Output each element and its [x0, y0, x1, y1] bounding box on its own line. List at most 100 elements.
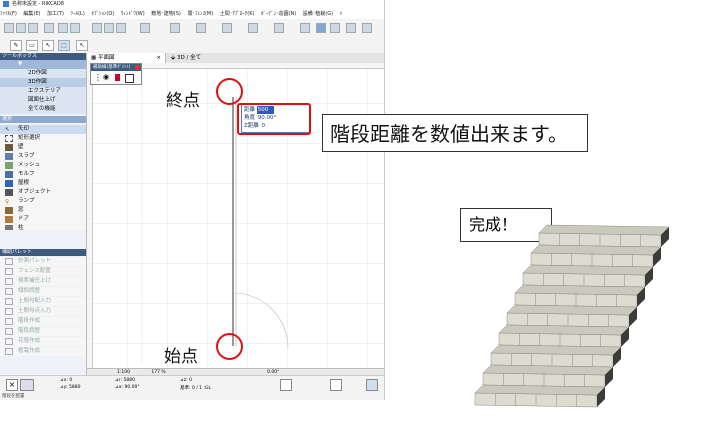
- end-point-label: 終点: [166, 91, 200, 111]
- menu-fence[interactable]: 塀･ﾌｪﾝｽ(M): [187, 11, 213, 17]
- tool-column[interactable]: 柱: [0, 224, 86, 230]
- step-tread: [538, 224, 670, 236]
- 3d-view-icon[interactable]: [330, 23, 340, 33]
- copy-icon[interactable]: [104, 23, 114, 33]
- tool-rect-select[interactable]: 矩形選択: [0, 134, 86, 143]
- tab-plan[interactable]: ▦ 平面図 ×: [87, 53, 166, 63]
- mesh-icon: [5, 162, 13, 169]
- shape-icon[interactable]: ▭: [26, 40, 38, 51]
- step-tread: [506, 304, 638, 316]
- ok-icon[interactable]: [366, 379, 378, 391]
- camera-icon[interactable]: [300, 23, 310, 33]
- elevation-icon[interactable]: [362, 23, 372, 33]
- guide-palette[interactable]: 補助線(基準ﾎﾟｲﾝﾄ) ⋮ ◉: [90, 63, 142, 85]
- magnet-icon[interactable]: [330, 379, 342, 391]
- window-title: 名称未設定 - RIKCAD8: [12, 1, 64, 7]
- palette-floor-point[interactable]: 土間勾点入力: [0, 307, 86, 316]
- nav-2d[interactable]: 2D作図: [0, 69, 86, 78]
- menu-tools[interactable]: ﾂｰﾙ(L): [71, 11, 85, 17]
- palette-slope[interactable]: 傾斜調整: [0, 287, 86, 296]
- palette-planting[interactable]: 植栽作成: [0, 347, 86, 356]
- render-icon[interactable]: [274, 23, 284, 33]
- tool-door[interactable]: ドア: [0, 215, 86, 224]
- menu-file[interactable]: ﾌｧｲﾙ(F): [0, 11, 17, 17]
- menu-bar: ﾌｧｲﾙ(F) 編集(E) 加工(T) ﾂｰﾙ(L) ｵﾌﾟｼｮﾝ(O) ｳｨﾝ…: [0, 9, 384, 19]
- tab-3d[interactable]: ⬙ 3D / 全て: [167, 53, 205, 63]
- tab-close-icon[interactable]: ×: [156, 53, 161, 63]
- tool-object[interactable]: オブジェクト: [0, 188, 86, 197]
- tool-lamp[interactable]: ♀ ランプ: [0, 197, 86, 206]
- info-bar: × ⊿x: 0 ⊿y: 5880 ⊿r: 5880 ⊿a: 90.00° ⊿z:…: [0, 375, 384, 400]
- nav-all[interactable]: 全ての機能: [0, 105, 86, 114]
- palette-finish[interactable]: 現実補任上げ: [0, 277, 86, 286]
- eye-icon[interactable]: ◉: [103, 73, 109, 81]
- main-toolbar: [0, 19, 384, 38]
- nav-3d[interactable]: 3D作図: [0, 78, 86, 87]
- palette-stair-create[interactable]: 階段作成: [0, 317, 86, 326]
- slope-icon: [5, 288, 13, 295]
- palette-stair-adjust[interactable]: 階段調整: [0, 327, 86, 336]
- redo-icon[interactable]: [70, 23, 80, 33]
- layer-icon-status[interactable]: [280, 379, 292, 391]
- guide-settings-icon[interactable]: [125, 74, 134, 83]
- da-value: ⊿a: 90.00°: [115, 385, 140, 390]
- print-icon[interactable]: [44, 23, 54, 33]
- tool-wall[interactable]: 壁: [0, 143, 86, 152]
- menu-approach[interactable]: 土間･ｱﾌﾟﾛｰﾁ(K): [220, 11, 255, 17]
- object-icon: [5, 189, 13, 196]
- menu-process[interactable]: 加工(T): [47, 11, 64, 17]
- arrow-icon[interactable]: ↖: [42, 40, 54, 51]
- pencil-icon[interactable]: ✎: [10, 40, 22, 51]
- palette-measure[interactable]: 計測パレット: [0, 257, 86, 266]
- menu-garden[interactable]: ｶﾞｰﾃﾞﾝ･造園(N): [261, 11, 296, 17]
- tool-mesh[interactable]: メッシュ: [0, 161, 86, 170]
- menu-edit[interactable]: 編集(E): [23, 11, 40, 17]
- nav-drawing-finish[interactable]: 図面仕上げ: [0, 96, 86, 105]
- pointer-icon[interactable]: ↖: [76, 40, 88, 51]
- menu-site[interactable]: 敷地･建物(S): [151, 11, 181, 17]
- menu-equipment[interactable]: 設備･植栽(G): [303, 11, 333, 17]
- tool-arrow[interactable]: ↖ 矢印: [0, 125, 86, 134]
- close-icon[interactable]: ×: [6, 379, 18, 391]
- cut-icon[interactable]: [92, 23, 102, 33]
- tool-slab[interactable]: スラブ: [0, 152, 86, 161]
- open-icon[interactable]: [16, 23, 26, 33]
- select-icon[interactable]: ⬚: [58, 40, 70, 51]
- palette-floor-grade[interactable]: 土間勾配入力: [0, 297, 86, 306]
- layer-icon[interactable]: [140, 23, 150, 33]
- app-window: 名称未設定 - RIKCAD8 ﾌｧｲﾙ(F) 編集(E) 加工(T) ﾂｰﾙ(…: [0, 0, 385, 400]
- menu-more[interactable]: ﾒ: [340, 11, 343, 17]
- marquee-icon: [5, 135, 13, 142]
- save-icon[interactable]: [28, 23, 38, 33]
- title-bar: 名称未設定 - RIKCAD8: [0, 0, 384, 9]
- trash-icon[interactable]: [115, 74, 120, 81]
- palette-fence[interactable]: フェンス配置: [0, 267, 86, 276]
- palette-close-icon[interactable]: [135, 65, 140, 70]
- measure-icon[interactable]: [222, 23, 232, 33]
- paste-icon[interactable]: [116, 23, 126, 33]
- undo-icon[interactable]: [58, 23, 68, 33]
- step-tread: [474, 384, 606, 396]
- snap-icon[interactable]: [196, 23, 206, 33]
- guide-marker-icon[interactable]: ⋮: [94, 73, 102, 82]
- end-point-ring: [216, 78, 243, 105]
- step-tread: [530, 244, 662, 256]
- new-icon[interactable]: [4, 23, 14, 33]
- tool-window[interactable]: 窓: [0, 206, 86, 215]
- tool-morph[interactable]: モルフ: [0, 170, 86, 179]
- reference-value: 基準: 0 / 1 :GL: [180, 386, 211, 391]
- view-icon[interactable]: [248, 23, 258, 33]
- nav-category[interactable]: ▼: [0, 60, 86, 69]
- snap-mode-icon[interactable]: [20, 379, 34, 391]
- nav-exterior[interactable]: エクステリア: [0, 87, 86, 96]
- menu-window[interactable]: ｳｨﾝﾄﾞｳ(W): [121, 11, 145, 17]
- tool-roof[interactable]: 屋根: [0, 179, 86, 188]
- stair-icon: [5, 318, 13, 325]
- section-icon[interactable]: [346, 23, 356, 33]
- window-icon: [5, 207, 13, 214]
- step-tread: [498, 324, 630, 336]
- menu-options[interactable]: ｵﾌﾟｼｮﾝ(O): [91, 11, 114, 17]
- plan-view-icon[interactable]: [316, 23, 326, 33]
- grid-icon[interactable]: [170, 23, 180, 33]
- palette-flowerbed[interactable]: 花壇作成: [0, 337, 86, 346]
